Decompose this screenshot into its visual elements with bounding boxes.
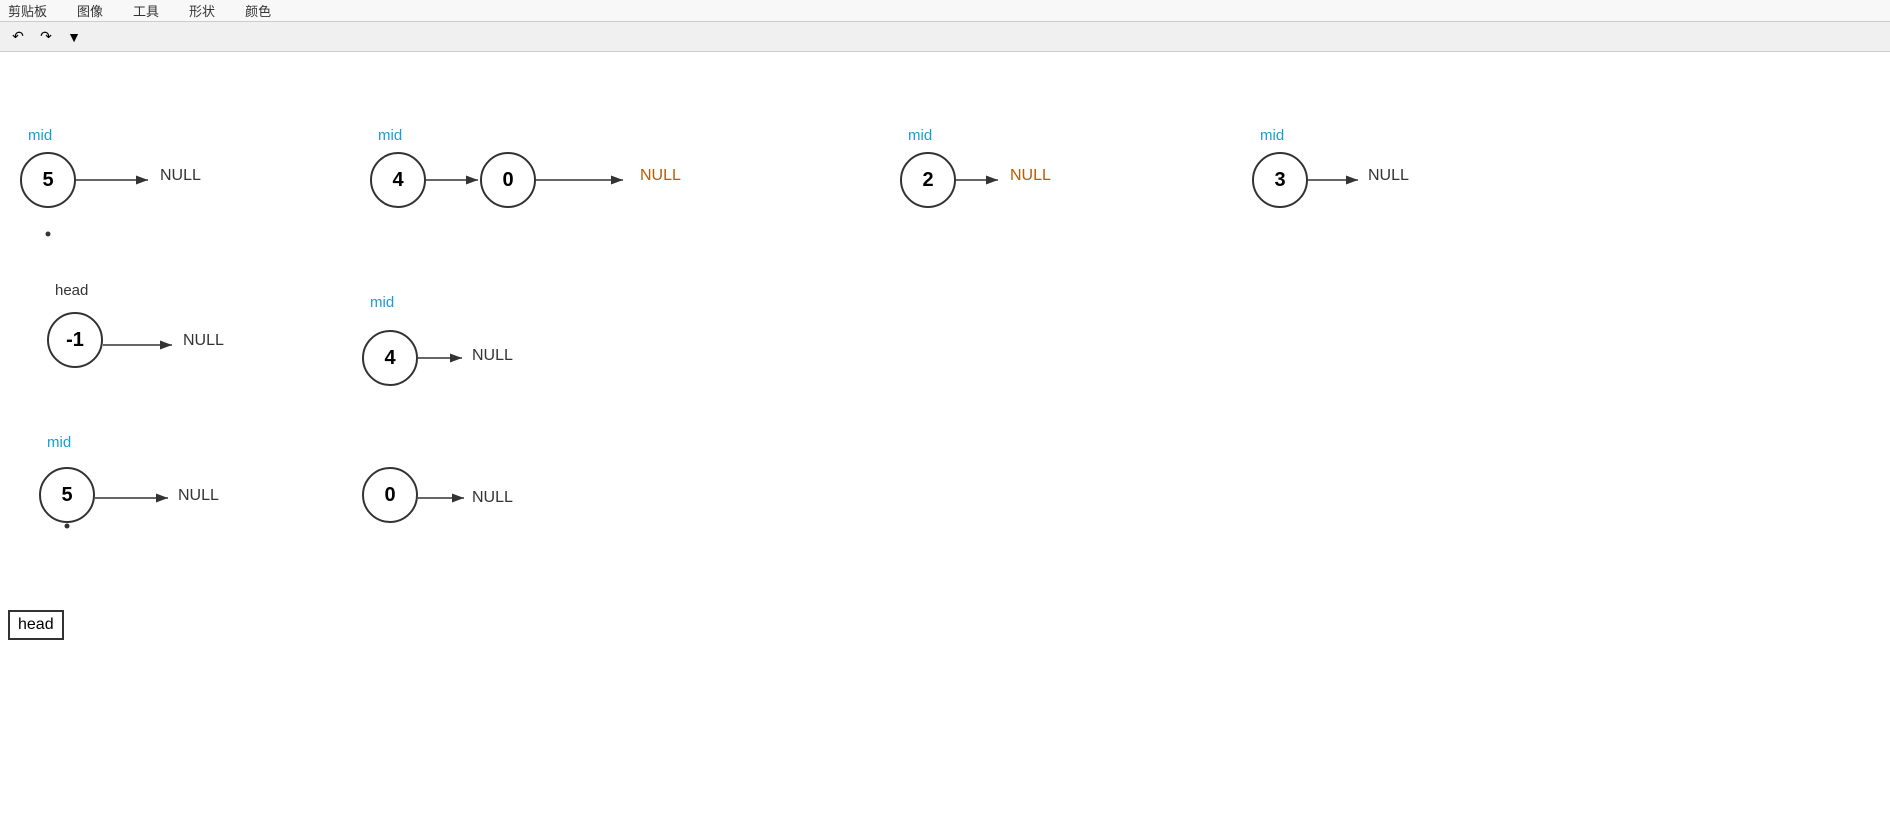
label-mid-row2-right: mid — [370, 294, 394, 311]
null-row3-right: NULL — [472, 489, 513, 507]
label-mid-row1-n1: mid — [28, 127, 52, 144]
label-mid-row1-n4: mid — [908, 127, 932, 144]
node-0-row1: 0 — [480, 152, 536, 208]
node-5-row3: 5 — [39, 467, 95, 523]
menu-colors[interactable]: 颜色 — [245, 1, 271, 20]
null-row1-n1: NULL — [160, 167, 201, 185]
null-row3-n1: NULL — [178, 487, 219, 505]
node-neg1-row2: -1 — [47, 312, 103, 368]
toolbar: ↶ ↷ ▼ — [0, 22, 1890, 52]
menu-tools[interactable]: 工具 — [133, 1, 159, 20]
null-row1-n4: NULL — [1010, 167, 1051, 185]
node-5-row1: 5 — [20, 152, 76, 208]
redo-button[interactable]: ↷ — [34, 26, 58, 48]
null-row2-n1: NULL — [183, 332, 224, 350]
dropdown-button[interactable]: ▼ — [62, 26, 86, 48]
canvas-area: mid 5 mid 4 0 NULL NULL mid 2 NULL mid 3… — [0, 52, 1890, 837]
menu-bar: 剪贴板 图像 工具 形状 颜色 — [0, 0, 1890, 22]
label-mid-row1-n2: mid — [378, 127, 402, 144]
menu-shapes[interactable]: 形状 — [189, 1, 215, 20]
null-row1-n2: NULL — [640, 167, 681, 185]
node-4-row2-right: 4 — [362, 330, 418, 386]
node-2-row1: 2 — [900, 152, 956, 208]
node-3-row1: 3 — [1252, 152, 1308, 208]
null-row1-n5: NULL — [1368, 167, 1409, 185]
label-mid-row1-n5: mid — [1260, 127, 1284, 144]
null-row2-right: NULL — [472, 347, 513, 365]
menu-clipboard[interactable]: 剪贴板 — [8, 1, 47, 20]
label-mid-row3-n1: mid — [47, 434, 71, 451]
node-0-row3-right: 0 — [362, 467, 418, 523]
label-head-row2-n1: head — [55, 282, 88, 299]
node-4-row1: 4 — [370, 152, 426, 208]
head-box: head — [8, 610, 64, 640]
undo-button[interactable]: ↶ — [6, 26, 30, 48]
menu-image[interactable]: 图像 — [77, 1, 103, 20]
